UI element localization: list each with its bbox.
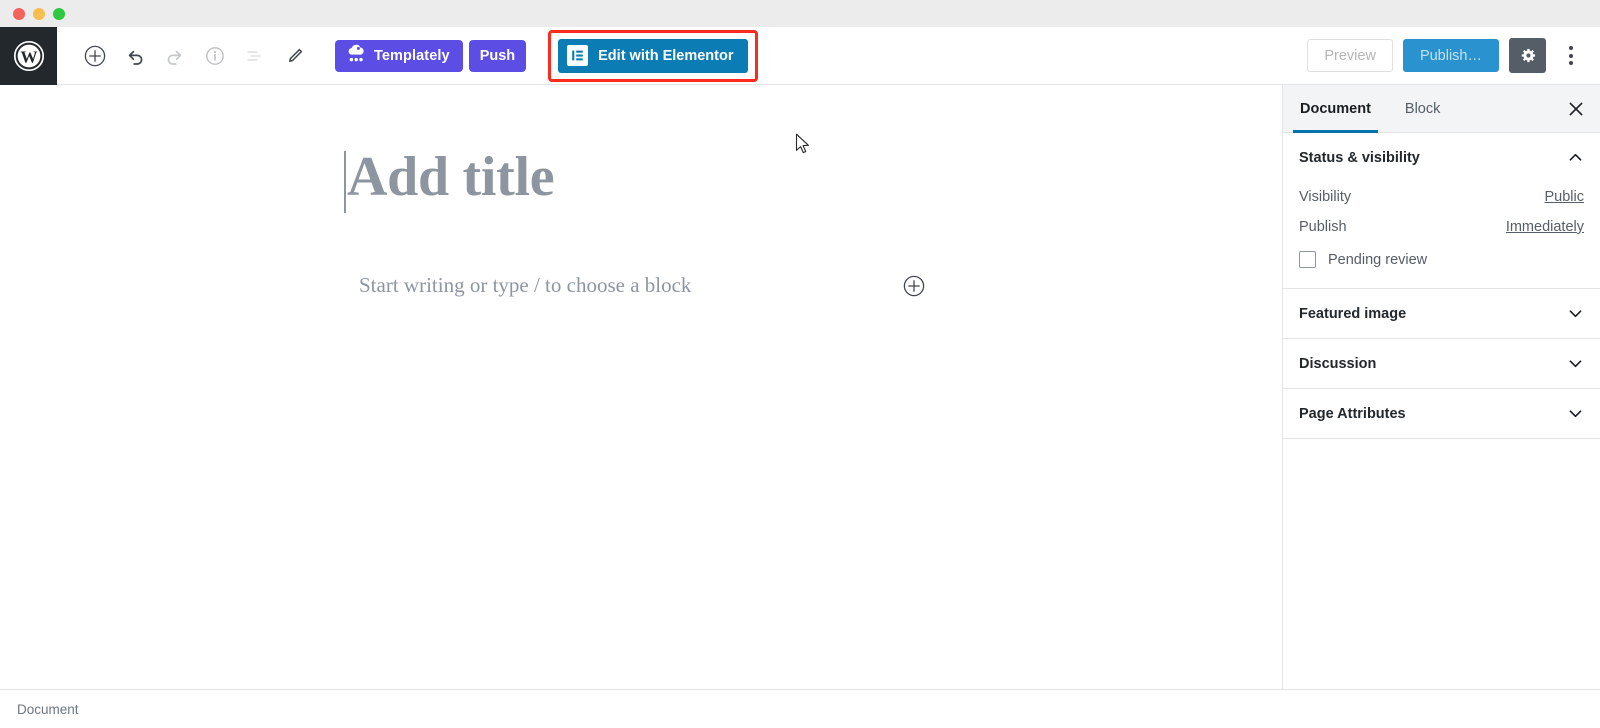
chevron-down-icon	[1567, 355, 1584, 372]
panel-page-attributes-header[interactable]: Page Attributes	[1283, 389, 1600, 438]
info-icon-button[interactable]	[195, 36, 235, 76]
text-caret	[344, 151, 346, 213]
publish-value-button[interactable]: Immediately	[1506, 219, 1584, 235]
pending-review-label[interactable]: Pending review	[1328, 252, 1427, 268]
settings-gear-button[interactable]	[1509, 38, 1546, 73]
row-pending-review: Pending review	[1299, 242, 1584, 270]
undo-icon-button[interactable]	[115, 36, 155, 76]
settings-sidebar: Document Block Status & visibility Visib…	[1282, 85, 1600, 689]
preview-button[interactable]: Preview	[1307, 39, 1393, 72]
edit-with-elementor-button[interactable]: Edit with Elementor	[558, 38, 749, 73]
block-navigation-icon	[247, 50, 261, 61]
redo-icon-button[interactable]	[155, 36, 195, 76]
panel-discussion-header[interactable]: Discussion	[1283, 339, 1600, 388]
block-navigation-icon-button[interactable]	[235, 36, 275, 76]
window-minimize-button[interactable]	[33, 7, 45, 20]
editor-toolbar: W Templately Push Edit with Elementor Pr…	[0, 26, 1600, 85]
editor-canvas[interactable]: Add title Start writing or type / to cho…	[0, 85, 1282, 689]
row-publish: Publish Immediately	[1299, 212, 1584, 242]
gear-icon	[1521, 48, 1536, 63]
window-close-button[interactable]	[13, 7, 25, 20]
kebab-dot	[1569, 46, 1573, 50]
panel-status-visibility-header[interactable]: Status & visibility	[1283, 133, 1600, 182]
add-block-icon-button[interactable]	[75, 36, 115, 76]
editor-breadcrumb: Document	[0, 689, 1600, 728]
close-icon	[1569, 102, 1583, 115]
row-visibility: Visibility Public	[1299, 182, 1584, 212]
templately-button-label: Templately	[374, 47, 450, 64]
publish-label: Publish	[1299, 219, 1347, 235]
post-title-input[interactable]: Add title	[347, 146, 555, 213]
panel-featured-image-header[interactable]: Featured image	[1283, 289, 1600, 338]
publish-button[interactable]: Publish…	[1402, 39, 1499, 72]
chevron-up-icon	[1567, 149, 1584, 166]
panel-featured-image: Featured image	[1283, 289, 1600, 339]
panel-title: Page Attributes	[1299, 405, 1406, 422]
kebab-dot	[1569, 53, 1573, 58]
plugin-button-group: Templately Push	[335, 39, 527, 72]
chevron-down-icon	[1567, 405, 1584, 422]
pending-review-checkbox[interactable]	[1299, 251, 1316, 268]
window-titlebar	[0, 0, 1600, 27]
panel-title: Status & visibility	[1299, 149, 1420, 166]
add-block-icon	[903, 275, 925, 297]
templately-cloud-icon	[345, 44, 367, 67]
undo-icon	[128, 50, 143, 65]
kebab-dot	[1569, 61, 1573, 65]
panel-discussion: Discussion	[1283, 339, 1600, 389]
add-block-icon	[84, 45, 106, 66]
toolbar-icon-group	[75, 36, 315, 76]
tab-document[interactable]: Document	[1283, 85, 1388, 133]
push-button[interactable]: Push	[468, 39, 527, 72]
wordpress-logo[interactable]: W	[0, 26, 57, 85]
panel-page-attributes: Page Attributes	[1283, 389, 1600, 439]
edit-pencil-icon-button[interactable]	[275, 36, 315, 76]
visibility-value-button[interactable]: Public	[1545, 189, 1585, 205]
elementor-highlight-box: Edit with Elementor	[548, 29, 759, 82]
visibility-label: Visibility	[1299, 189, 1352, 205]
edit-with-elementor-label: Edit with Elementor	[598, 47, 734, 64]
panel-status-visibility: Status & visibility Visibility Public Pu…	[1283, 133, 1600, 289]
redo-icon	[167, 50, 182, 65]
breadcrumb-item-document[interactable]: Document	[17, 702, 79, 717]
block-inserter-button[interactable]	[903, 275, 925, 297]
chevron-down-icon	[1567, 305, 1584, 322]
panel-status-visibility-body: Visibility Public Publish Immediately Pe…	[1283, 182, 1600, 288]
elementor-icon	[567, 45, 589, 66]
paragraph-block-placeholder[interactable]: Start writing or type / to choose a bloc…	[359, 273, 691, 298]
post-title-row[interactable]: Add title	[344, 146, 555, 213]
info-icon	[206, 46, 224, 65]
templately-button[interactable]: Templately	[335, 39, 463, 72]
svg-text:W: W	[20, 47, 37, 66]
panel-title: Discussion	[1299, 355, 1377, 372]
sidebar-tabs: Document Block	[1283, 85, 1600, 133]
more-options-button[interactable]	[1556, 38, 1586, 73]
tab-block[interactable]: Block	[1388, 85, 1457, 132]
window-zoom-button[interactable]	[53, 7, 65, 20]
toolbar-right-group: Preview Publish…	[1307, 38, 1600, 73]
wordpress-block-editor: W Templately Push Edit with Elementor Pr…	[0, 0, 1600, 728]
wordpress-logo-icon: W	[13, 40, 44, 71]
edit-pencil-icon	[289, 48, 303, 62]
panel-title: Featured image	[1299, 305, 1407, 322]
close-sidebar-button[interactable]	[1552, 85, 1600, 132]
mouse-pointer	[795, 133, 812, 161]
